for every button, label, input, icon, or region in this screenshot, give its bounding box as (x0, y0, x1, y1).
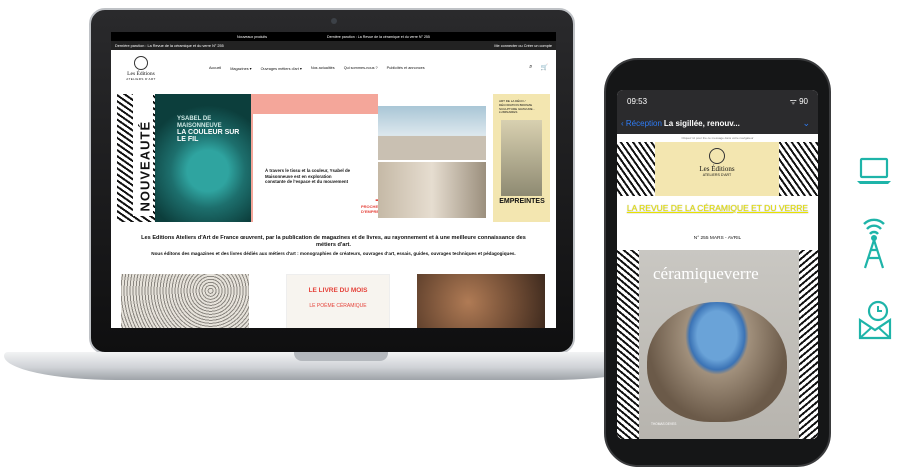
mail-clock-icon (858, 300, 892, 340)
phone-screen: 09:53 ᯤ 90 ‹ Réception La sigillée, reno… (617, 90, 818, 439)
nav-item-actualites[interactable]: Nos actualités (311, 66, 335, 71)
tile-texture[interactable] (417, 274, 545, 328)
site-logo[interactable]: Les Éditions ATELIERS D'ART (119, 55, 163, 81)
nav-item-accueil[interactable]: Accueil (209, 66, 221, 71)
empreintes-panel[interactable]: ART DE LA DÉCO / DÉCORATION BRONZE SCULP… (493, 94, 550, 222)
pattern-decor-right (799, 250, 818, 439)
logo-ring-icon (134, 55, 148, 70)
mail-subject: La sigillée, renouv... (663, 118, 740, 128)
logo-line2: ATELIERS D'ART (126, 76, 156, 81)
nav-item-magazines[interactable]: Magazines ▾ (230, 66, 251, 71)
issue-number: N° 255 MARS - AVRIL (693, 236, 742, 241)
mail-banner: Les Éditions ATELIERS D'ART (617, 142, 818, 196)
hero-body: À travers le tissu et la couleur, Ysabel… (265, 168, 351, 184)
tile-livre-du-mois[interactable]: LE LIVRE DU MOIS LE POÈME CÉRAMIQUE (286, 274, 390, 328)
empreintes-text: ART DE LA DÉCO / DÉCORATION BRONZE SCULP… (499, 99, 535, 115)
account-links[interactable]: Me connecter ou Créer un compte (494, 44, 552, 48)
signal-battery-icon: ᯤ 90 (789, 96, 808, 106)
nav-item-publicites[interactable]: Publicités et annonces (387, 66, 425, 71)
chevron-down-icon[interactable]: ⌄ (802, 118, 810, 129)
news-link[interactable]: Dernière parution : La Revue de la céram… (115, 44, 224, 48)
laptop-base (4, 352, 664, 380)
search-icon[interactable]: ⌕ (529, 64, 532, 71)
livre-title: LE POÈME CÉRAMIQUE (309, 303, 367, 309)
laptop-icon (857, 157, 891, 184)
empreintes-photo (501, 120, 542, 196)
announcement-bar: Nouveaux produits Dernière parution : La… (111, 32, 556, 41)
mail-header: ‹ Réception La sigillée, renouv... (617, 112, 818, 134)
intro-text-2: Nous éditons des magazines et des livres… (151, 251, 516, 256)
cover-author: YSABEL DE MAISONNEUVE (177, 116, 222, 129)
nav-item-ouvrages[interactable]: Ouvrages métiers d'art ▾ (261, 66, 302, 71)
nav-item-qui-sommes-nous[interactable]: Qui sommes-nous ? (344, 66, 378, 71)
magazine-cover[interactable]: céramiqueverre THOMAS DEVES (639, 250, 799, 439)
cover-title: LA COULEUR SUR LE FIL (177, 129, 240, 144)
tile-sculpture[interactable] (121, 274, 249, 328)
logo-line2: ATELIERS D'ART (702, 173, 732, 177)
cart-icon[interactable]: 🛒 (541, 64, 548, 71)
logo-line1: Les Éditions (699, 165, 735, 173)
pattern-decor-left (617, 250, 639, 439)
nav-icons: ⌕ 🛒 (529, 64, 548, 71)
livre-heading: LE LIVRE DU MOIS (308, 287, 368, 294)
back-label: Réception (625, 118, 662, 128)
empreintes-title: EMPREINTES (499, 198, 545, 205)
revue-link[interactable]: LA REVUE DE LA CÉRAMIQUE ET DU VERRE (623, 203, 812, 214)
photo-beach (378, 106, 486, 160)
book-cover: YSABEL DE MAISONNEUVE LA COULEUR SUR LE … (155, 94, 251, 222)
hero-subtitle: YSABEL DE MAISONNEUVE Collection Artiste… (265, 146, 364, 157)
announcement-text-2: Dernière parution : La Revue de la céram… (327, 34, 430, 39)
mail-logo: Les Éditions ATELIERS D'ART (655, 142, 779, 196)
photo-interior (378, 162, 486, 218)
nav-menu: Accueil Magazines ▾ Ouvrages métiers d'a… (209, 66, 425, 71)
announcement-text-1: Nouveaux produits (237, 34, 268, 39)
nouveaute-badge: NOUVEAUTÉ (133, 86, 153, 216)
badge-text: NOUVEAUTÉ (137, 120, 153, 212)
camera-dot (331, 18, 337, 24)
browser-note[interactable]: Cliquez ici pour lire ce message dans vo… (617, 134, 818, 142)
phone-status-bar: 09:53 ᯤ 90 (617, 90, 818, 112)
intro-text: Les Editions Ateliers d'Art de France œu… (141, 235, 526, 248)
back-button[interactable]: ‹ Réception (621, 119, 662, 128)
clock: 09:53 (627, 96, 648, 106)
antenna-icon (863, 218, 885, 269)
bowl-image (647, 302, 787, 422)
cover-author: THOMAS DEVES (651, 422, 677, 426)
website-screen: Nouveaux produits Dernière parution : La… (111, 32, 556, 328)
cover-title: céramiqueverre (653, 264, 759, 283)
logo-ring-icon (709, 148, 725, 164)
news-bar: Dernière parution : La Revue de la céram… (111, 41, 556, 50)
laptop-notch (294, 352, 388, 361)
main-nav: Les Éditions ATELIERS D'ART Accueil Maga… (111, 50, 556, 86)
hero-title: LA COULEUR SUR LE FIL (265, 121, 363, 145)
hero-banner[interactable]: NOUVEAUTÉ LA COULEUR SUR LE FIL YSABEL D… (117, 86, 550, 222)
